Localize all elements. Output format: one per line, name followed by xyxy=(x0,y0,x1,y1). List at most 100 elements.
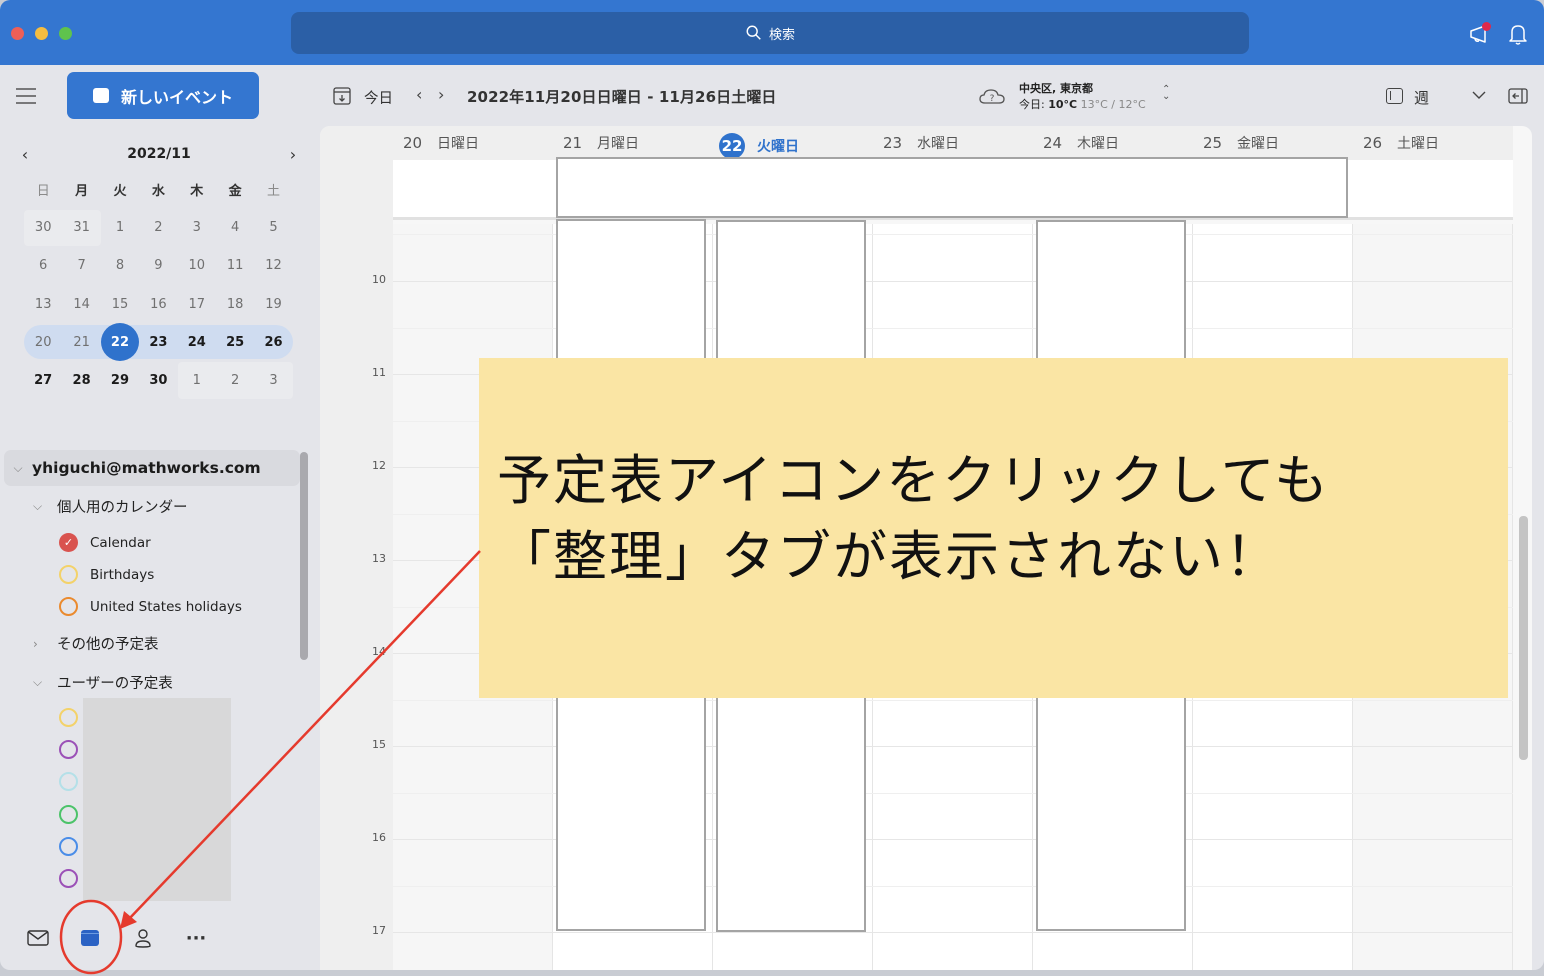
search-bar[interactable]: 検索 xyxy=(291,12,1249,54)
hour-label: 14 xyxy=(372,645,386,658)
today-button[interactable]: 今日 xyxy=(364,87,393,108)
day-cell[interactable]: 9 xyxy=(139,258,177,273)
calendar-toggle[interactable] xyxy=(59,740,78,759)
next-week-button[interactable]: › xyxy=(438,85,444,104)
calendar-toggle[interactable] xyxy=(59,597,78,616)
day-cell[interactable]: 1 xyxy=(178,373,216,388)
day-cell[interactable]: 24 xyxy=(178,335,216,350)
hour-label: 16 xyxy=(372,831,386,844)
day-header[interactable]: 23 水曜日 xyxy=(873,133,1033,153)
day-header[interactable]: 26 土曜日 xyxy=(1353,133,1513,153)
day-cell[interactable]: 8 xyxy=(101,258,139,273)
day-cell[interactable]: 10 xyxy=(178,258,216,273)
view-sidebar-icon[interactable] xyxy=(1386,88,1403,104)
day-cell[interactable]: 31 xyxy=(62,220,100,235)
day-cell[interactable]: 2 xyxy=(139,220,177,235)
day-cell[interactable]: 21 xyxy=(62,335,100,350)
calendar-nav-button[interactable] xyxy=(78,926,102,950)
day-header[interactable]: 21 月曜日 xyxy=(553,133,713,153)
calendar-toggle[interactable] xyxy=(59,805,78,824)
calendar-toggle[interactable] xyxy=(59,869,78,888)
day-cell[interactable]: 5 xyxy=(254,220,292,235)
mail-button[interactable] xyxy=(26,926,50,950)
weather-temperature[interactable]: 今日: 10°C 13°C / 12°C xyxy=(1019,96,1146,112)
more-icon[interactable]: ··· xyxy=(184,926,208,950)
people-button[interactable] xyxy=(131,926,155,950)
calendar-label: Birthdays xyxy=(90,566,155,583)
user-calendar-item[interactable] xyxy=(59,805,78,824)
day-header-today[interactable]: 22 火曜日 xyxy=(713,133,873,159)
weekday-label: 木 xyxy=(190,183,204,199)
go-to-today-icon[interactable] xyxy=(333,87,351,105)
close-window-button[interactable] xyxy=(11,27,24,40)
day-cell[interactable]: 3 xyxy=(254,373,292,388)
checkmark-icon[interactable]: ✓ xyxy=(59,533,78,552)
day-cell[interactable]: 13 xyxy=(24,297,62,312)
new-event-label: 新しいイベント xyxy=(120,87,233,107)
user-calendar-item[interactable] xyxy=(59,837,78,856)
user-calendar-item[interactable] xyxy=(59,740,78,759)
calendar-toggle[interactable] xyxy=(59,708,78,727)
day-cell[interactable]: 3 xyxy=(178,220,216,235)
day-cell[interactable]: 16 xyxy=(139,297,177,312)
day-cell[interactable]: 18 xyxy=(216,297,254,312)
day-number: 21 xyxy=(563,134,583,152)
location-switcher-icon[interactable]: ⌃ ⌄ xyxy=(1162,85,1170,102)
zoom-window-button[interactable] xyxy=(59,27,72,40)
group-user-calendars[interactable]: ⌵ ユーザーの予定表 xyxy=(33,672,173,693)
prev-month-button[interactable]: ‹ xyxy=(14,145,36,164)
calendar-scrollbar[interactable] xyxy=(1519,516,1528,760)
user-calendar-item[interactable] xyxy=(59,772,78,791)
day-cell[interactable]: 30 xyxy=(139,373,177,388)
view-selector[interactable]: 週 xyxy=(1414,87,1429,108)
chevron-down-icon[interactable] xyxy=(1470,86,1488,104)
day-cell[interactable]: 17 xyxy=(178,297,216,312)
next-month-button[interactable]: › xyxy=(282,145,304,164)
previous-week-button[interactable]: ‹ xyxy=(416,85,422,104)
user-calendar-item[interactable] xyxy=(59,708,78,727)
day-cell[interactable]: 12 xyxy=(254,258,292,273)
collapse-pane-icon[interactable] xyxy=(1508,88,1528,104)
all-day-event[interactable] xyxy=(556,157,1348,218)
day-header[interactable]: 20 日曜日 xyxy=(393,133,553,153)
day-cell[interactable]: 28 xyxy=(62,373,100,388)
day-cell[interactable]: 19 xyxy=(254,297,292,312)
day-cell[interactable]: 4 xyxy=(216,220,254,235)
day-cell[interactable]: 14 xyxy=(62,297,100,312)
weather-high-low: 13°C / 12°C xyxy=(1080,98,1146,111)
day-header[interactable]: 25 金曜日 xyxy=(1193,133,1353,153)
day-cell[interactable]: 26 xyxy=(254,335,292,350)
group-personal-calendars[interactable]: ⌵ 個人用のカレンダー xyxy=(33,496,188,517)
chevron-down-icon: ⌵ xyxy=(33,499,43,513)
day-cell[interactable]: 11 xyxy=(216,258,254,273)
day-cell[interactable]: 30 xyxy=(24,220,62,235)
day-cell[interactable]: 15 xyxy=(101,297,139,312)
day-header[interactable]: 24 木曜日 xyxy=(1033,133,1193,153)
calendar-item[interactable]: United States holidays xyxy=(59,597,242,616)
day-cell[interactable]: 27 xyxy=(24,373,62,388)
day-cell[interactable]: 20 xyxy=(24,335,62,350)
day-cell[interactable]: 1 xyxy=(101,220,139,235)
sidebar-scrollbar[interactable] xyxy=(300,452,308,660)
day-cell[interactable]: 6 xyxy=(24,258,62,273)
day-cell[interactable]: 23 xyxy=(139,335,177,350)
day-cell[interactable]: 7 xyxy=(62,258,100,273)
group-other-calendars[interactable]: › その他の予定表 xyxy=(33,633,159,654)
new-event-button[interactable]: 新しいイベント xyxy=(67,72,259,119)
user-calendar-item[interactable] xyxy=(59,869,78,888)
day-cell[interactable]: 2 xyxy=(216,373,254,388)
mini-calendar: 日 月 火 水 木 金 土 30 31 1 2 3 4 5 6 7 8 9 10… xyxy=(24,170,294,400)
calendar-item[interactable]: Birthdays xyxy=(59,565,154,584)
calendar-toggle[interactable] xyxy=(59,565,78,584)
day-cell-today[interactable]: 22 xyxy=(100,323,140,362)
calendar-toggle[interactable] xyxy=(59,837,78,856)
calendar-toggle[interactable] xyxy=(59,772,78,791)
weather-location[interactable]: 中央区, 東京都 xyxy=(1019,80,1093,96)
day-cell[interactable]: 29 xyxy=(101,373,139,388)
account-header[interactable]: ⌵ yhiguchi@mathworks.com xyxy=(4,450,300,486)
minimize-window-button[interactable] xyxy=(35,27,48,40)
hamburger-menu-icon[interactable] xyxy=(15,87,37,105)
day-cell[interactable]: 25 xyxy=(216,335,254,350)
bell-icon[interactable] xyxy=(1506,22,1530,46)
calendar-item[interactable]: ✓ Calendar xyxy=(59,533,151,552)
